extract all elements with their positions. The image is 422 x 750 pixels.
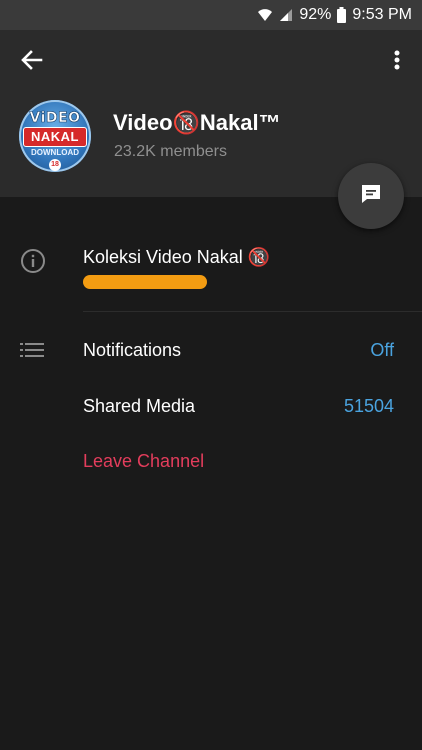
shared-media-count[interactable]: 51504 bbox=[344, 396, 394, 417]
notifications-label[interactable]: Notifications bbox=[83, 340, 181, 361]
redacted-link-scribble bbox=[83, 275, 207, 289]
notifications-value[interactable]: Off bbox=[370, 340, 394, 361]
channel-avatar[interactable]: ViDEO NAKAL DOWNLOAD 18 bbox=[19, 100, 91, 172]
list-icon bbox=[20, 342, 44, 363]
message-fab-button[interactable] bbox=[338, 163, 404, 229]
channel-description: Koleksi Video Nakal 🔞 bbox=[83, 247, 271, 267]
message-icon bbox=[359, 182, 383, 211]
clock: 9:53 PM bbox=[352, 6, 412, 23]
status-bar: 92% 9:53 PM bbox=[0, 0, 422, 30]
battery-icon bbox=[337, 7, 347, 23]
channel-title: Video🔞Nakal™ bbox=[113, 110, 281, 135]
wifi-icon bbox=[257, 8, 273, 22]
more-options-button[interactable] bbox=[382, 44, 412, 80]
member-count: 23.2K members bbox=[114, 143, 227, 160]
battery-percent: 92% bbox=[299, 6, 332, 23]
divider bbox=[83, 311, 422, 312]
shared-media-label[interactable]: Shared Media bbox=[83, 396, 195, 417]
avatar-text-video: ViDEO bbox=[29, 110, 81, 127]
avatar-badge: 18 bbox=[49, 159, 61, 171]
signal-icon bbox=[279, 8, 293, 22]
more-vert-icon bbox=[394, 50, 400, 75]
avatar-text-download: DOWNLOAD bbox=[31, 148, 79, 157]
back-button[interactable] bbox=[14, 44, 50, 80]
leave-channel-button[interactable]: Leave Channel bbox=[83, 451, 204, 472]
back-arrow-icon bbox=[21, 49, 43, 75]
info-icon bbox=[20, 248, 46, 279]
avatar-text-nakal: NAKAL bbox=[23, 127, 87, 147]
